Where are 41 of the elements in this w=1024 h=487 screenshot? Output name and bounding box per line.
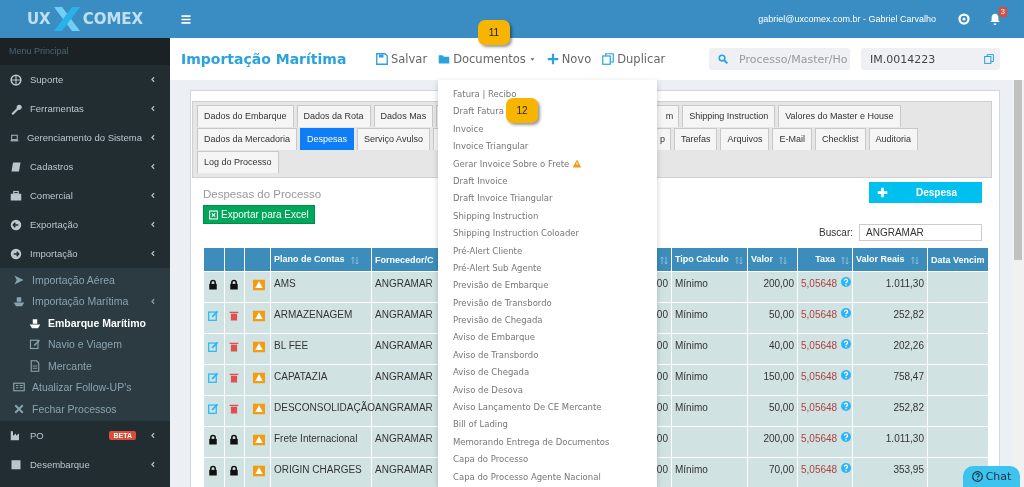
table-cell: 252,82	[852, 302, 928, 334]
table-cell: 5,05648	[801, 309, 838, 320]
step-badge: 12	[506, 98, 538, 123]
logo-text: UX	[26, 10, 51, 28]
notification-badge: 3	[998, 7, 1007, 17]
step-badge: 11	[478, 20, 510, 45]
table-cell: 758,47	[852, 364, 928, 396]
table-cell: 353,95	[852, 457, 928, 487]
table-cell: 5,05648	[801, 433, 838, 444]
table-cell: 5,05648	[801, 371, 838, 382]
section-title: Despesas do Processo	[203, 188, 322, 200]
table-cell: 5,05648	[801, 278, 838, 289]
table-cell: BL FEE	[270, 333, 372, 365]
table-cell: Mínimo	[671, 302, 748, 334]
table-cell: 1.011,30	[852, 271, 928, 303]
table-cell: 5,05648	[801, 402, 838, 413]
table-cell: CAPATAZIA	[270, 364, 372, 396]
table-cell: 50,00	[747, 302, 798, 334]
table-cell: 202,26	[852, 333, 928, 365]
table-cell: 150,00	[747, 364, 798, 396]
logo-text: COMEX	[82, 10, 144, 28]
table-cell: Frete Internacional	[270, 426, 372, 458]
table-cell: Mínimo	[671, 395, 748, 427]
table-cell: 252,82	[852, 395, 928, 427]
table-cell: Mínimo	[671, 333, 748, 365]
table-cell: AMS	[270, 271, 372, 303]
menu-heading: Menu Principal	[0, 38, 170, 65]
table-cell: Mínimo	[671, 364, 748, 396]
table-cell: 40,00	[747, 333, 798, 365]
table-cell: ARMAZENAGEM	[270, 302, 372, 334]
table-cell: 200,00	[747, 271, 798, 303]
table-cell: 5,05648	[801, 464, 838, 475]
table-cell: ORIGIN CHARGES	[270, 457, 372, 487]
table-cell: 5,05648	[801, 340, 838, 351]
table-cell: Mínimo	[671, 457, 748, 487]
page-title: Importação Marítima	[181, 51, 348, 67]
table-cell: 200,00	[747, 426, 798, 458]
table-cell: Mínimo	[671, 271, 748, 303]
table-cell: 1.011,30	[852, 426, 928, 458]
search-label: Buscar:	[819, 227, 853, 238]
table-cell: 50,00	[747, 395, 798, 427]
